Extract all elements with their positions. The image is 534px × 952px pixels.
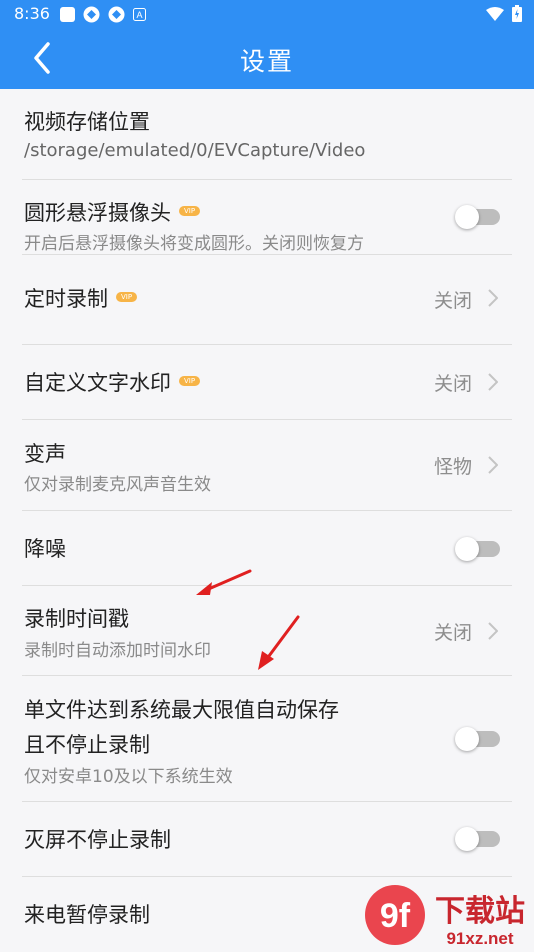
setting-value: 怪物: [433, 456, 472, 478]
setting-label-text: 圆形悬浮摄像头: [24, 201, 171, 225]
chevron-right-icon: [488, 373, 498, 391]
status-icons: A: [60, 6, 146, 23]
sync-icon: [108, 6, 125, 23]
svg-text:91xz.net: 91xz.net: [446, 929, 513, 948]
setting-label: 灭屏不停止录制: [24, 828, 171, 852]
setting-label-text: 定时录制: [24, 287, 108, 311]
setting-label: 录制时间戳: [24, 607, 129, 631]
setting-label-text: 自定义文字水印: [24, 371, 171, 395]
setting-sub: 仅对安卓10及以下系统生效: [24, 767, 233, 787]
denoise-toggle[interactable]: [455, 537, 500, 561]
svg-text:9f: 9f: [380, 897, 411, 935]
setting-label: 视频存储位置: [24, 110, 150, 134]
setting-label: 来电暂停录制: [24, 903, 150, 927]
setting-value: 关闭: [433, 622, 472, 644]
setting-autosave: 单文件达到系统最大限值自动保存 且不停止录制 仅对安卓10及以下系统生效: [22, 676, 512, 802]
svg-text:A: A: [136, 10, 142, 20]
setting-float-camera: 圆形悬浮摄像头 VIP 开启后悬浮摄像头将变成圆形。关闭则恢复方: [22, 180, 512, 255]
setting-label: 变声: [24, 442, 66, 466]
page-title: 设置: [239, 47, 294, 76]
screen-off-toggle[interactable]: [455, 827, 500, 851]
settings-list: 视频存储位置 /storage/emulated/0/EVCapture/Vid…: [0, 89, 534, 952]
setting-sub: 录制时自动添加时间水印: [24, 641, 211, 661]
annotation-arrow-icon: [196, 569, 252, 595]
sync-icon: [83, 6, 100, 23]
vip-badge: VIP: [179, 206, 201, 216]
setting-label-line2: 且不停止录制: [24, 733, 150, 757]
setting-value: 关闭: [433, 373, 472, 395]
setting-label: 自定义文字水印 VIP: [24, 367, 201, 397]
status-right: [486, 5, 522, 22]
setting-denoise: 降噪: [22, 511, 512, 586]
svg-text:下载站: 下载站: [435, 894, 525, 929]
vip-badge: VIP: [116, 292, 138, 302]
setting-watermark[interactable]: 自定义文字水印 VIP 关闭: [22, 345, 512, 420]
vip-badge: VIP: [179, 376, 201, 386]
setting-label: 定时录制 VIP: [24, 283, 138, 313]
chevron-right-icon: [488, 622, 498, 640]
setting-video-path[interactable]: 视频存储位置 /storage/emulated/0/EVCapture/Vid…: [22, 89, 512, 180]
setting-voice[interactable]: 变声 仅对录制麦克风声音生效 怪物: [22, 420, 512, 511]
setting-label: 圆形悬浮摄像头 VIP: [24, 197, 201, 227]
chevron-right-icon: [488, 289, 498, 307]
a-icon: A: [133, 8, 146, 21]
setting-timer[interactable]: 定时录制 VIP 关闭: [22, 255, 512, 345]
header-bar: 8:36 A 设置: [0, 0, 534, 89]
setting-screen-off: 灭屏不停止录制: [22, 802, 512, 877]
wifi-icon: [486, 6, 504, 21]
setting-sub: /storage/emulated/0/EVCapture/Video: [24, 140, 366, 161]
setting-label: 降噪: [24, 537, 66, 561]
battery-icon: [512, 5, 522, 22]
float-camera-toggle[interactable]: [455, 205, 500, 229]
square-icon: [60, 7, 75, 22]
setting-sub: 开启后悬浮摄像头将变成圆形。关闭则恢复方: [24, 234, 364, 254]
setting-sub: 仅对录制麦克风声音生效: [24, 475, 211, 495]
annotation-arrow-icon: [258, 615, 300, 670]
chevron-right-icon: [488, 456, 498, 474]
setting-label: 单文件达到系统最大限值自动保存: [24, 698, 339, 722]
setting-value: 关闭: [433, 290, 472, 312]
autosave-toggle[interactable]: [455, 727, 500, 751]
status-time: 8:36: [14, 4, 50, 23]
site-watermark-logo: 9f 下载站 91xz.net: [365, 885, 525, 948]
